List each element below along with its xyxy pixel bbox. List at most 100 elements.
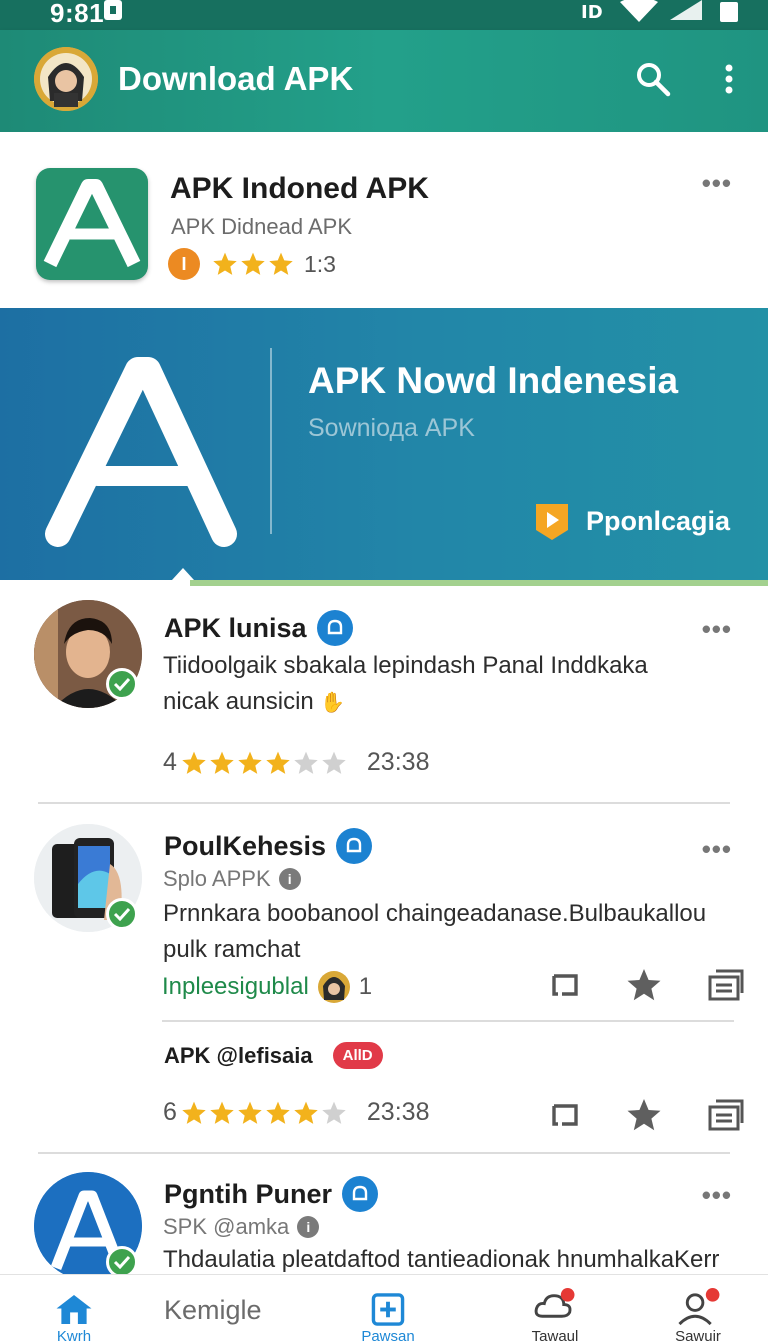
app-icon [36, 168, 148, 280]
search-icon [637, 63, 671, 97]
info-icon[interactable]: i [278, 868, 301, 890]
nav-notifications-label: Tawaul [531, 1328, 579, 1344]
nav-profile-label: Sawuir [675, 1328, 721, 1344]
play-badge-icon [536, 504, 568, 540]
nav-home-label: Kwrh [56, 1328, 92, 1344]
nav-add-label: Pawsan [361, 1328, 415, 1344]
star-rating [181, 750, 347, 776]
star-empty-icon [322, 751, 346, 774]
feed-post[interactable]: Pgntih Puner ••• SPK @amka i Thdaulatia … [0, 1154, 768, 1274]
nfc-icon: ID [581, 2, 603, 23]
feed-post[interactable]: PoulKehesis ••• Splo APPK i Prnnkara boo… [0, 804, 768, 1152]
star-empty-icon [294, 751, 318, 774]
post-link-row: Inpleesigublal 1 [162, 970, 372, 1004]
post-author-name: APK lunisa [164, 612, 307, 643]
post-author: PoulKehesis [164, 828, 373, 864]
post-link[interactable]: Inpleesigublal [162, 973, 309, 1001]
search-button[interactable] [628, 54, 678, 104]
post-count: 1 [358, 973, 373, 1000]
star-filled-icon [238, 1101, 262, 1124]
promo-banner[interactable]: APK Nowd Indenesia Sowniода APK Pponlcag… [0, 308, 768, 580]
post-author-name: PoulKehesis [164, 830, 327, 861]
star-filled-icon [266, 1101, 290, 1124]
overflow-menu-button[interactable] [704, 54, 754, 104]
award-icon: I [168, 248, 200, 280]
star-filled-icon [182, 1101, 206, 1124]
nav-kemigle[interactable]: Kemigle [164, 1295, 262, 1326]
info-icon[interactable]: i [297, 1216, 320, 1238]
star-icon[interactable] [626, 1098, 662, 1132]
app-bar: Download APK [0, 30, 768, 132]
home-icon [56, 1294, 92, 1325]
nav-add[interactable]: Pawsan [356, 1275, 420, 1344]
app-more-button[interactable]: ••• [702, 168, 732, 199]
post-subtitle: SPK @amka i [163, 1214, 320, 1240]
wifi-icon [620, 0, 658, 22]
repost-icon[interactable] [550, 970, 580, 1000]
nav-notifications[interactable]: Tawaul [520, 1275, 590, 1344]
verified-check-icon [106, 1246, 138, 1274]
small-avatar-icon [317, 971, 350, 1003]
verified-check-icon [106, 898, 138, 930]
post-author: APK lunisa [164, 610, 353, 646]
post-text-line: Thdaulatia pleatdaftod tantieadionak hnu… [163, 1246, 720, 1273]
banner-subtitle: Sowniода APK [308, 414, 475, 442]
repost-icon[interactable] [550, 1100, 580, 1130]
verified-check-icon [106, 668, 138, 700]
feed-post[interactable]: APK lunisa ••• Tiidoolgaik sbakala lepin… [0, 586, 768, 802]
sim-card-icon [104, 0, 122, 20]
post-subtitle-text: SPK @amka [163, 1214, 290, 1239]
banner-pointer [172, 568, 194, 580]
post-text-line-2: nicak aunsicin [163, 688, 314, 715]
post-text-line: Tiidoolgaik sbakala lepindash Panal Indd… [163, 652, 648, 679]
signal-icon [670, 0, 702, 20]
profile-avatar-image [34, 47, 98, 111]
post-more-button[interactable]: ••• [702, 1180, 732, 1211]
banner-action-label: Pponlcagia [586, 505, 731, 536]
nav-home[interactable]: Kwrh [46, 1275, 102, 1344]
app-name: APK Indoned APK [170, 172, 429, 205]
star-filled-icon [210, 751, 234, 774]
star-rating [181, 1100, 347, 1126]
profile-icon [678, 1287, 720, 1326]
reply-author: APK @lefisaia AllD [164, 1042, 383, 1069]
post-text: Prnnkara boobanool chaingeadanase.Bulbau… [163, 896, 738, 968]
share-list-icon[interactable] [708, 969, 744, 1001]
post-subtitle: Splo APPK i [163, 866, 301, 892]
app-subtitle: APK Didnead APK [171, 214, 353, 239]
cloud-notification-icon [534, 1287, 575, 1318]
post-more-button[interactable]: ••• [702, 834, 732, 865]
hand-emoji-icon: ✋ [320, 692, 346, 714]
post-actions [550, 968, 744, 1002]
star-filled-icon [210, 1101, 234, 1124]
nav-profile[interactable]: Sawuir [664, 1275, 732, 1344]
post-author: Pgntih Puner [164, 1176, 378, 1212]
verified-badge-icon [336, 828, 373, 864]
banner-action-button[interactable]: Pponlcagia [532, 500, 730, 542]
post-time: 23:38 [366, 748, 430, 776]
more-vert-icon [725, 64, 733, 94]
app-logo-icon [43, 179, 141, 268]
star-filled-icon [182, 751, 206, 774]
reply-actions [550, 1098, 744, 1132]
star-empty-icon [322, 1101, 346, 1124]
bottom-navigation: Kwrh Kemigle Pawsan Tawaul Sawuir [0, 1274, 768, 1344]
post-text-line: nicak aunsicin ✋ [163, 684, 738, 721]
app-header-card[interactable]: APK Indoned APK APK Didnead APK I 1:3 ••… [0, 132, 768, 308]
app-rating-value: 1:3 [304, 250, 336, 277]
post-rating: 4 23:38 [163, 748, 429, 777]
post-subtitle-text: Splo APPK [163, 866, 271, 891]
star-filled-icon [241, 252, 265, 275]
reply-author-name: APK @lefisaia [164, 1042, 313, 1068]
star-icon[interactable] [626, 968, 662, 1002]
divider [162, 1020, 734, 1022]
profile-avatar[interactable] [34, 47, 98, 111]
add-box-icon [371, 1293, 405, 1326]
post-text: Thdaulatia pleatdaftod tantieadionak hnu… [163, 1242, 738, 1274]
star-filled-icon [266, 751, 290, 774]
star-filled-icon [269, 252, 293, 275]
post-more-button[interactable]: ••• [702, 614, 732, 645]
status-time: 9:81 [50, 0, 105, 28]
share-list-icon[interactable] [708, 1099, 744, 1131]
battery-icon [720, 2, 738, 22]
